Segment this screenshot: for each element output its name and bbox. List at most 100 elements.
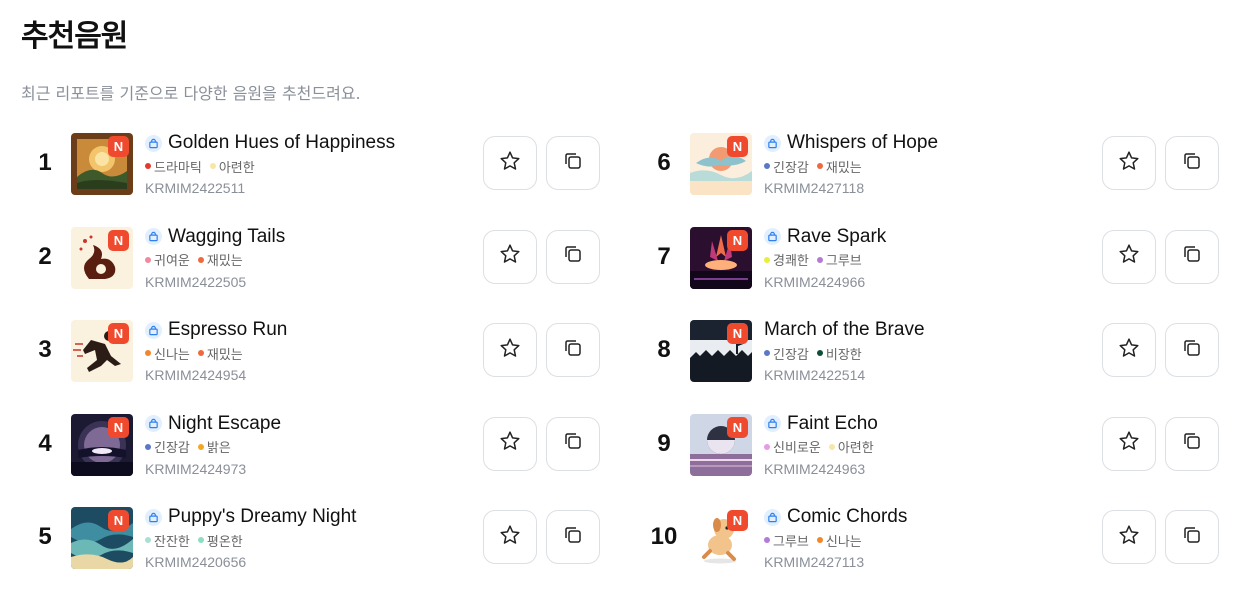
mood-dot	[816, 537, 823, 543]
mood-tags: 긴장감 밝은	[145, 436, 475, 458]
mood-tag-label: 그루브	[825, 254, 862, 269]
new-badge: N	[108, 136, 129, 157]
mood-tags: 귀여운 재밌는	[145, 249, 475, 271]
copy-button[interactable]	[546, 136, 600, 190]
mood-tag-label: 드라마틱	[154, 160, 202, 176]
favorite-button[interactable]	[483, 510, 537, 564]
mood-tag-label: 신나는	[825, 534, 862, 550]
track-title[interactable]: Rave Spark	[787, 226, 886, 248]
mood-tag-label: 잔잔한	[154, 534, 190, 550]
track-title[interactable]: Puppy's Dreamy Night	[168, 506, 356, 528]
mood-dot	[145, 163, 151, 169]
track-row[interactable]: 1 N Golden Hues of Happiness 드라마틱 아련한 KRM…	[21, 131, 621, 225]
shopping-bag-svg	[768, 231, 777, 242]
track-row[interactable]: 3 N Espresso Run 신나는 재밌는 KRMIM2424954	[21, 318, 621, 412]
mood-tag: 드라마틱	[145, 157, 202, 176]
rank-number: 8	[657, 336, 671, 363]
shopping-bag-svg	[149, 325, 158, 335]
star-icon	[1117, 242, 1141, 271]
mood-tag: 긴장감	[764, 344, 809, 363]
track-title[interactable]: Wagging Tails	[168, 226, 285, 248]
track-row[interactable]: 10 N Comic Chords 그루브 신나는 KRMIM2427113	[640, 505, 1240, 599]
mood-dot	[816, 350, 823, 356]
rank-number: 4	[38, 429, 52, 457]
new-badge: N	[108, 510, 129, 531]
shopping-bag-icon	[145, 415, 162, 432]
mood-dot	[764, 443, 770, 450]
track-code: KRMIM2422514	[764, 367, 866, 383]
favorite-button[interactable]	[1102, 136, 1156, 190]
track-row[interactable]: 5 N Puppy's Dreamy Night 잔잔한 평온한 KRMIM242…	[21, 505, 621, 599]
mood-dot	[209, 163, 216, 169]
star-icon	[1117, 523, 1141, 552]
mood-dot	[828, 443, 835, 450]
new-badge: N	[727, 136, 748, 157]
rank-number: 2	[38, 242, 52, 270]
mood-dot	[145, 256, 151, 263]
rank-number: 10	[650, 523, 678, 550]
track-row[interactable]: 7 N Rave Spark 경쾌한 그루브 KRMIM2424966	[640, 225, 1240, 319]
favorite-button[interactable]	[1102, 510, 1156, 564]
copy-button[interactable]	[1165, 510, 1219, 564]
copy-icon	[561, 336, 585, 365]
favorite-button[interactable]	[1102, 229, 1156, 284]
favorite-button[interactable]	[483, 229, 537, 284]
mood-tag: 잔잔한	[145, 531, 190, 550]
track-title[interactable]: Whispers of Hope	[787, 132, 938, 154]
mood-dot	[197, 350, 204, 356]
favorite-button[interactable]	[1102, 416, 1156, 471]
track-title[interactable]: Comic Chords	[787, 506, 907, 528]
mood-tag-label: 재밌는	[825, 160, 862, 176]
track-row[interactable]: 6 N Whispers of Hope 긴장감 재밌는 KRMIM2427118	[640, 131, 1240, 225]
mood-tag-label: 그루브	[773, 534, 809, 550]
favorite-button[interactable]	[483, 323, 537, 377]
mood-dot	[764, 350, 770, 356]
track-row[interactable]: 4 N Night Escape 긴장감 밝은 KRMIM2424973	[21, 412, 621, 506]
track-code: KRMIM2422511	[145, 180, 246, 196]
track-row[interactable]: 2 N Wagging Tails 귀여운 재밌는 KRMIM2422505	[21, 225, 621, 319]
track-code: KRMIM2427113	[764, 554, 865, 570]
mood-tag-label: 신나는	[154, 347, 190, 363]
shopping-bag-svg	[149, 512, 158, 522]
favorite-button[interactable]	[483, 416, 537, 471]
mood-tag: 평온한	[197, 531, 243, 550]
copy-button[interactable]	[1165, 136, 1219, 190]
mood-tags: 신나는 재밌는	[145, 342, 475, 364]
mood-tag: 귀여운	[145, 250, 190, 269]
copy-icon	[1180, 523, 1204, 552]
mood-dot	[197, 256, 204, 263]
favorite-button[interactable]	[1102, 323, 1156, 377]
mood-tags: 경쾌한 그루브	[764, 249, 1094, 271]
new-badge: N	[727, 416, 748, 438]
mood-tag-label: 아련한	[837, 441, 874, 456]
copy-button[interactable]	[546, 416, 600, 471]
track-title[interactable]: Golden Hues of Happiness	[168, 132, 395, 154]
track-title[interactable]: Espresso Run	[168, 319, 287, 341]
copy-button[interactable]	[546, 229, 600, 284]
rank-number: 6	[657, 149, 671, 176]
track-title[interactable]: Faint Echo	[787, 413, 878, 435]
track-row[interactable]: 9 N Faint Echo 신비로운 아련한 KRMIM2424963	[640, 412, 1240, 506]
track-title[interactable]: March of the Brave	[764, 319, 925, 341]
mood-tags: 드라마틱 아련한	[145, 155, 475, 177]
copy-button[interactable]	[546, 510, 600, 564]
mood-tag: 긴장감	[145, 437, 190, 456]
mood-dot	[816, 163, 823, 169]
track-title[interactable]: Night Escape	[168, 413, 281, 435]
mood-tag: 아련한	[828, 437, 874, 456]
copy-button[interactable]	[1165, 416, 1219, 471]
copy-button[interactable]	[1165, 229, 1219, 284]
favorite-button[interactable]	[483, 136, 537, 190]
copy-button[interactable]	[546, 323, 600, 377]
mood-dot	[145, 350, 151, 356]
mood-tag-label: 긴장감	[773, 347, 809, 363]
mood-tag: 그루브	[816, 250, 862, 269]
new-badge: N	[727, 229, 748, 251]
shopping-bag-icon	[764, 415, 781, 432]
rank-number: 3	[38, 336, 52, 363]
mood-tag: 신나는	[145, 344, 190, 363]
mood-tag: 재밌는	[197, 344, 243, 363]
mood-tag: 그루브	[764, 531, 809, 550]
copy-button[interactable]	[1165, 323, 1219, 377]
track-row[interactable]: 8 N March of the Brave 긴장감 비장한 KRMIM24225…	[640, 318, 1240, 412]
